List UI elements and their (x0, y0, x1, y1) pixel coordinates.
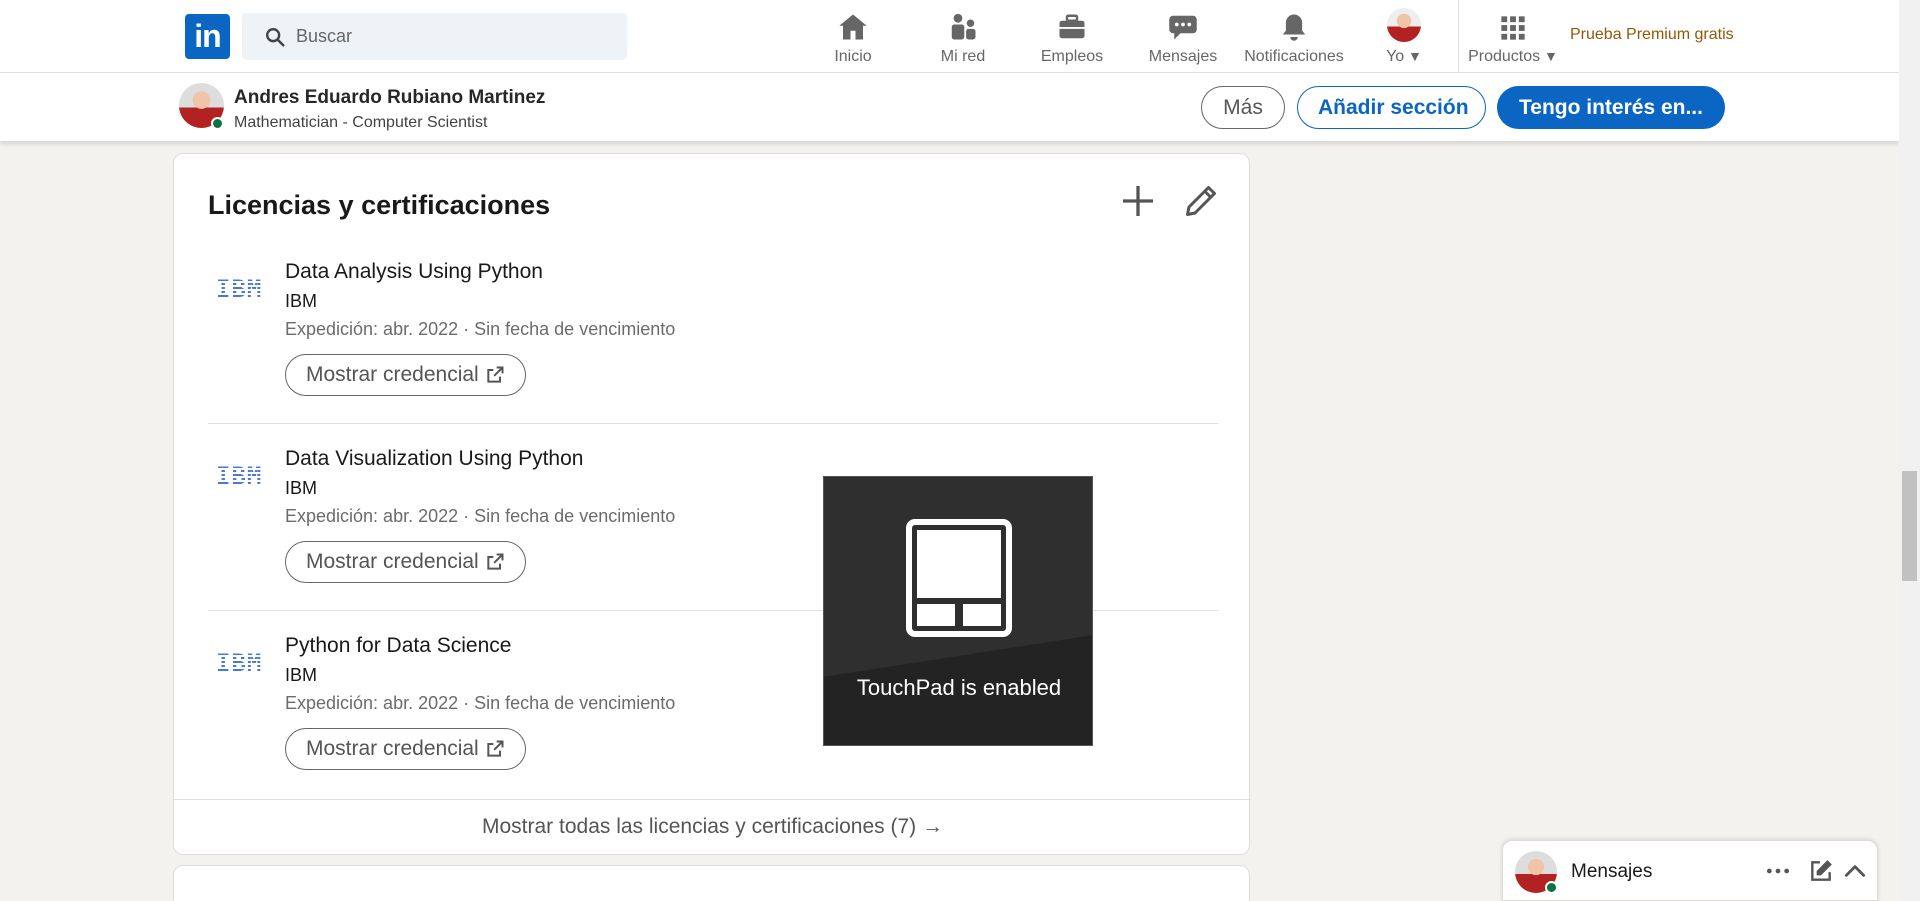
chevron-up-icon[interactable] (1842, 858, 1868, 884)
online-status-indicator (211, 117, 224, 130)
show-credential-button[interactable]: Mostrar credencial (285, 541, 526, 583)
messaging-icon (1169, 15, 1197, 40)
page-scrollbar-thumb[interactable] (1902, 471, 1917, 581)
license-issuer: IBM (285, 478, 318, 498)
profile-name: Andres Eduardo Rubiano Martinez (234, 87, 546, 108)
online-status-indicator (1545, 881, 1558, 894)
nav-me[interactable]: Yo ▼ (1374, 8, 1434, 68)
show-credential-button[interactable]: Mostrar credencial (285, 728, 526, 770)
external-link-icon (487, 740, 504, 757)
license-title: Python for Data Science (285, 634, 512, 657)
grid-icon (1501, 16, 1525, 40)
network-icon (951, 13, 976, 40)
home-icon (839, 14, 867, 40)
nav-products[interactable]: Productos ▼ (1466, 8, 1560, 68)
more-options-icon[interactable] (1765, 858, 1791, 884)
messaging-widget[interactable]: Mensajes (1502, 840, 1878, 901)
ibm-logo[interactable]: IBM (216, 649, 262, 677)
nav-messaging-label: Mensajes (1148, 48, 1218, 65)
ibm-logo[interactable]: IBM (216, 462, 262, 490)
license-issuer: IBM (285, 665, 318, 685)
license-issue-date: Expedición: abr. 2022 · Sin fecha de ven… (285, 693, 676, 713)
license-item: IBM Data Analysis Using Python IBM Exped… (208, 253, 1218, 440)
page-scrollbar-track[interactable] (1899, 0, 1920, 901)
touchpad-status-text: TouchPad is enabled (856, 675, 1062, 700)
next-section-card (173, 865, 1250, 901)
profile-sticky-header: Andres Eduardo Rubiano Martinez Mathemat… (0, 73, 1899, 141)
open-to-button[interactable]: Tengo interés en... (1497, 86, 1725, 129)
compose-icon[interactable] (1808, 858, 1834, 884)
license-issuer: IBM (285, 291, 318, 311)
nav-network-label: Mi red (940, 48, 986, 65)
search-icon (266, 28, 285, 47)
divider (208, 423, 1218, 424)
nav-messaging[interactable]: Mensajes (1147, 8, 1219, 68)
linkedin-logo[interactable]: in (185, 14, 230, 59)
licenses-title: Licencias y certificaciones (208, 190, 551, 220)
nav-products-label: Productos ▼ (1468, 48, 1558, 65)
top-nav: in Inicio Mi red (0, 0, 1899, 73)
bell-icon (1282, 14, 1306, 41)
add-icon[interactable] (1118, 181, 1158, 221)
show-credential-label: Mostrar credencial (306, 737, 479, 760)
ibm-logo[interactable]: IBM (216, 275, 262, 303)
premium-link[interactable]: Prueba Premium gratis (1570, 26, 1734, 44)
edit-pencil-icon[interactable] (1183, 183, 1219, 219)
license-title: Data Visualization Using Python (285, 447, 584, 470)
search-box[interactable] (242, 13, 627, 60)
messaging-label: Mensajes (1571, 861, 1653, 882)
briefcase-icon (1059, 14, 1085, 39)
show-credential-label: Mostrar credencial (306, 363, 479, 386)
add-section-button[interactable]: Añadir sección (1297, 86, 1486, 129)
more-button[interactable]: Más (1201, 86, 1285, 129)
caret-down-icon: ▼ (1404, 48, 1422, 64)
nav-jobs-label: Empleos (1040, 48, 1104, 65)
touchpad-osd: TouchPad is enabled (823, 476, 1093, 746)
show-credential-label: Mostrar credencial (306, 550, 479, 573)
nav-notifications[interactable]: Notificaciones (1240, 8, 1348, 68)
license-issue-date: Expedición: abr. 2022 · Sin fecha de ven… (285, 319, 676, 339)
card-footer-divider (174, 799, 1251, 800)
touchpad-icon (906, 519, 1012, 637)
nav-home[interactable]: Inicio (823, 8, 883, 68)
caret-down-icon: ▼ (1540, 48, 1558, 64)
nav-notifications-label: Notificaciones (1244, 48, 1344, 65)
search-input[interactable] (296, 13, 616, 60)
show-all-licenses-link[interactable]: Mostrar todas las licencias y certificac… (174, 815, 1251, 839)
nav-home-label: Inicio (834, 48, 872, 65)
nav-jobs[interactable]: Empleos (1036, 8, 1108, 68)
external-link-icon (487, 553, 504, 570)
license-title: Data Analysis Using Python (285, 260, 543, 283)
avatar (1387, 8, 1421, 42)
show-credential-button[interactable]: Mostrar credencial (285, 354, 526, 396)
nav-network[interactable]: Mi red (930, 8, 996, 68)
profile-headline: Mathematician - Computer Scientist (234, 114, 488, 131)
license-issue-date: Expedición: abr. 2022 · Sin fecha de ven… (285, 506, 676, 526)
external-link-icon (487, 366, 504, 383)
nav-divider (1458, 0, 1459, 73)
nav-me-label: Yo ▼ (1386, 48, 1422, 65)
